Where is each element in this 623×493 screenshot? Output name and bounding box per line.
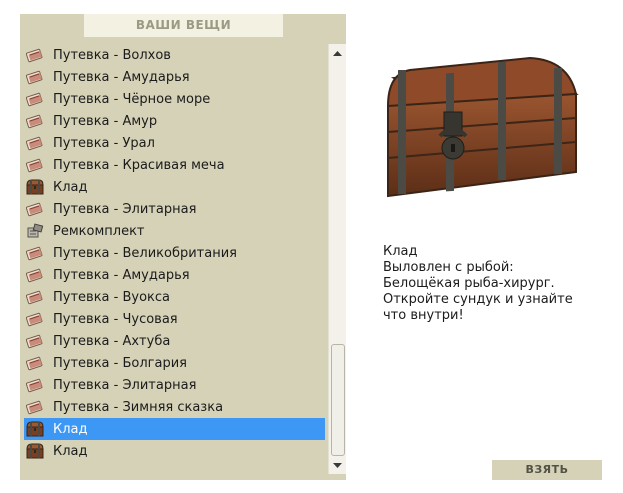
list-item[interactable]: Путевка - Амударья [24, 66, 325, 88]
list-item[interactable]: Путевка - Великобритания [24, 242, 325, 264]
list-item[interactable]: Ремкомплект [24, 220, 325, 242]
ticket-icon [25, 157, 44, 173]
ticket-icon [25, 377, 44, 393]
item-description: Клад Выловлен с рыбой: Белощёкая рыба-хиру… [383, 244, 603, 324]
list-item[interactable]: Путевка - Элитарная [24, 374, 325, 396]
list-item[interactable]: Путевка - Элитарная [24, 198, 325, 220]
description-line: Откройте сундук и узнайте [383, 292, 573, 307]
description-line: Белощёкая рыба-хирург. [383, 276, 555, 291]
list-item-label: Клад [53, 421, 88, 437]
list-item-label: Путевка - Зимняя сказка [53, 399, 224, 415]
chest-icon [26, 421, 44, 437]
list-item[interactable]: Путевка - Урал [24, 132, 325, 154]
list-item-label: Клад [53, 443, 88, 459]
ticket-icon [25, 69, 44, 85]
ticket-icon [25, 113, 44, 129]
list-item-label: Ремкомплект [53, 223, 145, 239]
description-line: Выловлен с рыбой: [383, 260, 514, 275]
list-item[interactable]: Путевка - Ахтуба [24, 330, 325, 352]
list-item-label: Путевка - Болгария [53, 355, 187, 371]
list-item-label: Путевка - Элитарная [53, 377, 197, 393]
repair-kit-icon [26, 223, 44, 239]
list-item-label: Путевка - Волхов [53, 47, 171, 63]
scroll-up-arrow-icon[interactable] [329, 46, 346, 60]
ticket-icon [25, 289, 44, 305]
list-item-label: Путевка - Чёрное море [53, 91, 211, 107]
treasure-chest-icon [380, 48, 586, 208]
ticket-icon [25, 399, 44, 415]
description-line: что внутри! [383, 308, 464, 323]
chest-icon [26, 179, 44, 195]
list-item[interactable]: Клад [24, 418, 325, 440]
chest-icon [26, 443, 44, 459]
ticket-icon [25, 201, 44, 217]
ticket-icon [25, 91, 44, 107]
list-item-label: Путевка - Элитарная [53, 201, 197, 217]
list-item-label: Путевка - Чусовая [53, 311, 178, 327]
ticket-icon [25, 267, 44, 283]
ticket-icon [25, 333, 44, 349]
list-item[interactable]: Путевка - Волхов [24, 44, 325, 66]
list-item[interactable]: Путевка - Амударья [24, 264, 325, 286]
list-item-label: Путевка - Урал [53, 135, 155, 151]
list-item[interactable]: Клад [24, 176, 325, 198]
list-item-label: Путевка - Амударья [53, 267, 190, 283]
item-list: Путевка - Волхов Путевка - Амударья Путевк… [24, 44, 325, 464]
take-button[interactable]: ВЗЯТЬ [492, 460, 602, 480]
list-item-label: Путевка - Вуокса [53, 289, 171, 305]
list-item[interactable]: Путевка - Чёрное море [24, 88, 325, 110]
list-item[interactable]: Путевка - Красивая меча [24, 154, 325, 176]
list-item[interactable]: Клад [24, 440, 325, 462]
ticket-icon [25, 311, 44, 327]
list-item-label: Путевка - Великобритания [53, 245, 237, 261]
list-item[interactable]: Путевка - Зимняя сказка [24, 396, 325, 418]
panel-title: ВАШИ ВЕЩИ [84, 14, 283, 37]
scroll-down-arrow-icon[interactable] [329, 458, 346, 472]
list-item-label: Клад [53, 179, 88, 195]
list-item-label: Путевка - Амударья [53, 69, 190, 85]
list-item-label: Путевка - Красивая меча [53, 157, 225, 173]
list-item[interactable]: Путевка - Амур [24, 110, 325, 132]
list-item-label: Путевка - Амур [53, 113, 158, 129]
ticket-icon [25, 47, 44, 63]
list-item[interactable]: Путевка - Болгария [24, 352, 325, 374]
ticket-icon [25, 355, 44, 371]
list-item[interactable]: Путевка - Вуокса [24, 286, 325, 308]
item-title: Клад [383, 244, 418, 259]
list-item-label: Путевка - Ахтуба [53, 333, 171, 349]
scroll-thumb[interactable] [331, 344, 345, 456]
list-item[interactable]: Путевка - Чусовая [24, 308, 325, 330]
scrollbar[interactable] [328, 44, 346, 474]
ticket-icon [25, 135, 44, 151]
ticket-icon [25, 245, 44, 261]
